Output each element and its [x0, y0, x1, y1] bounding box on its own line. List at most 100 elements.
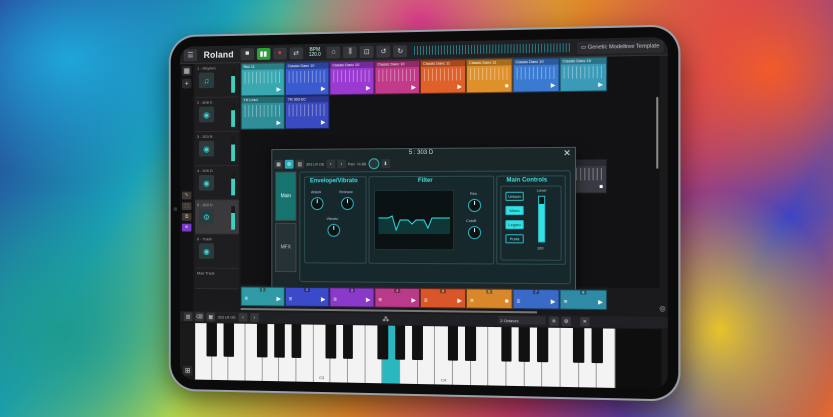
tab-main[interactable]: Main — [275, 171, 297, 221]
instrument-icon: ◉ — [198, 140, 215, 157]
clip-cell[interactable]: TR 303 DC ▶ — [284, 95, 330, 130]
black-key[interactable] — [573, 328, 585, 363]
unison-switch[interactable]: Unison — [505, 191, 524, 201]
bpm-display[interactable]: BPM 120.0 — [306, 46, 324, 57]
octave-select[interactable]: 2 Octaves — [498, 315, 546, 325]
undo-icon[interactable]: ↺ — [376, 45, 391, 58]
black-key[interactable] — [447, 326, 459, 361]
keyboard-icon[interactable]: ▥ — [295, 159, 305, 169]
gear-icon[interactable]: ⚙ — [561, 316, 571, 326]
select-icon[interactable]: ⬚ — [181, 202, 192, 211]
clip-cell[interactable]: Classic Danc 10 ▶ — [374, 59, 420, 95]
black-key[interactable] — [223, 323, 234, 357]
black-key[interactable] — [412, 325, 423, 360]
track-header-selected[interactable]: 5 - 303 D ⚙ — [195, 200, 239, 235]
grid-icon[interactable]: ▦ — [181, 65, 192, 76]
scale-icon[interactable]: ⁂ — [382, 315, 389, 323]
mono-switch[interactable]: Mono — [505, 205, 524, 216]
black-key[interactable] — [377, 325, 388, 360]
scene-button[interactable]: 5 ≡ ▶ — [419, 288, 467, 309]
clip-cell[interactable]: Classic Danc 10 ▶ — [512, 57, 560, 93]
black-key[interactable] — [537, 327, 548, 362]
chord-icon[interactable]: ⁜ — [549, 316, 559, 326]
scene-number: 3 — [348, 288, 355, 293]
piano-icon[interactable]: ▦ — [206, 312, 216, 322]
menu-icon: ≡ — [378, 297, 382, 304]
black-key[interactable] — [394, 325, 406, 360]
black-key[interactable] — [591, 328, 603, 363]
target-icon[interactable]: ◎ — [659, 305, 665, 313]
prev-icon[interactable]: ‹ — [326, 159, 336, 169]
clip-cell[interactable]: TR Lmtd ▶ — [240, 95, 285, 130]
scene-button[interactable]: 1 ≡ ▶ — [240, 286, 285, 307]
record-button[interactable]: ● — [272, 47, 287, 60]
black-key[interactable] — [274, 324, 285, 358]
attack-knob[interactable] — [310, 197, 324, 211]
black-key[interactable] — [257, 323, 268, 358]
scene-button[interactable]: 4 ≡ ▶ — [374, 287, 420, 309]
clip-cell[interactable]: Classic Danc 10 ▶ — [329, 60, 375, 96]
scene-button[interactable]: 7 ≡ ▶ — [512, 288, 560, 310]
close-icon[interactable]: ✕ — [580, 316, 590, 327]
keyboard-icon[interactable]: ▥ — [183, 312, 193, 322]
level-slider[interactable] — [538, 195, 546, 243]
cutoff-knob[interactable] — [468, 226, 482, 240]
stop-button[interactable]: ■ — [240, 47, 254, 60]
list-icon[interactable]: ≡ — [181, 223, 192, 232]
track-header[interactable]: 3 - 303 B ◉ — [195, 131, 239, 167]
vertical-scrollbar[interactable] — [656, 96, 659, 169]
vibrato-knob[interactable] — [327, 223, 341, 237]
loop-icon[interactable]: ⇄ — [289, 46, 303, 59]
filter-curve-display[interactable] — [374, 189, 454, 251]
clip-cell[interactable]: Classic Danc 11 ▶ — [419, 59, 467, 94]
gear-icon[interactable]: ⚙ — [284, 159, 294, 169]
black-key[interactable] — [465, 326, 477, 361]
black-key[interactable] — [342, 325, 354, 359]
expand-icon[interactable]: ⊞ — [182, 365, 193, 376]
menu-icon: ≡ — [516, 298, 521, 306]
metronome-icon[interactable]: ⌂ — [326, 46, 341, 59]
scene-button[interactable]: 3 ≡ ▶ — [329, 287, 375, 308]
scene-button[interactable]: 6 ≡ ■ — [466, 288, 513, 310]
scene-button[interactable]: 8 ≡ ▶ — [559, 289, 608, 311]
play-icon: ▶ — [411, 297, 417, 304]
trash-icon[interactable]: ⌫ — [195, 312, 204, 322]
clip-pattern — [423, 68, 462, 81]
clip-cell[interactable]: Classic Danc 11 ■ — [466, 58, 513, 94]
black-key[interactable] — [519, 327, 530, 362]
save-icon[interactable]: ⬇ — [380, 159, 390, 169]
tab-mfx[interactable]: MFX — [275, 222, 297, 273]
legato-switch[interactable]: Legato — [505, 220, 524, 230]
clip-label: Classic Danc 10 — [560, 57, 607, 65]
black-key[interactable] — [501, 327, 512, 362]
track-header[interactable]: 4 - 909 D ◉ — [195, 165, 239, 201]
clip-cell[interactable]: Classic Danc 10 ▶ — [284, 61, 330, 96]
grid-icon[interactable]: ▦ — [274, 159, 283, 169]
mixer-icon[interactable]: ⫼ — [343, 45, 357, 58]
scene-button[interactable]: 2 ≡ ▶ — [284, 286, 330, 308]
track-header[interactable]: 1 - Rhythm ♫ — [195, 63, 239, 99]
black-key[interactable] — [325, 324, 336, 359]
track-header[interactable]: 6 - Track ◉ — [195, 234, 239, 269]
master-track-header[interactable]: Mas Track — [195, 268, 239, 290]
prev-icon[interactable]: ‹ — [238, 312, 248, 322]
next-icon[interactable]: › — [250, 313, 259, 322]
porta-switch[interactable]: Porta — [505, 234, 524, 244]
next-icon[interactable]: › — [336, 159, 346, 169]
clip-cell[interactable]: Rec 11 ▶ — [240, 62, 285, 97]
template-name[interactable]: ▭ Genetic Modeltree Template — [576, 39, 664, 54]
black-key[interactable] — [206, 323, 217, 357]
release-knob[interactable] — [341, 197, 354, 211]
lock-icon[interactable]: ⊡ — [359, 45, 374, 58]
pencil-icon[interactable]: ✎ — [181, 191, 192, 200]
clip-cell[interactable]: Classic Danc 10 ▶ — [559, 56, 608, 93]
black-key[interactable] — [291, 324, 302, 358]
play-button[interactable]: ▮▮ — [256, 47, 271, 60]
menu-icon[interactable]: ☰ — [183, 48, 198, 61]
redo-icon[interactable]: ↻ — [393, 44, 408, 57]
volume-knob[interactable] — [368, 158, 379, 170]
add-track-button[interactable]: + — [181, 78, 192, 89]
resonance-knob[interactable] — [468, 198, 482, 212]
copy-icon[interactable]: ⧉ — [181, 213, 192, 221]
track-header[interactable]: 2 - 808 K ◉ — [195, 97, 239, 133]
